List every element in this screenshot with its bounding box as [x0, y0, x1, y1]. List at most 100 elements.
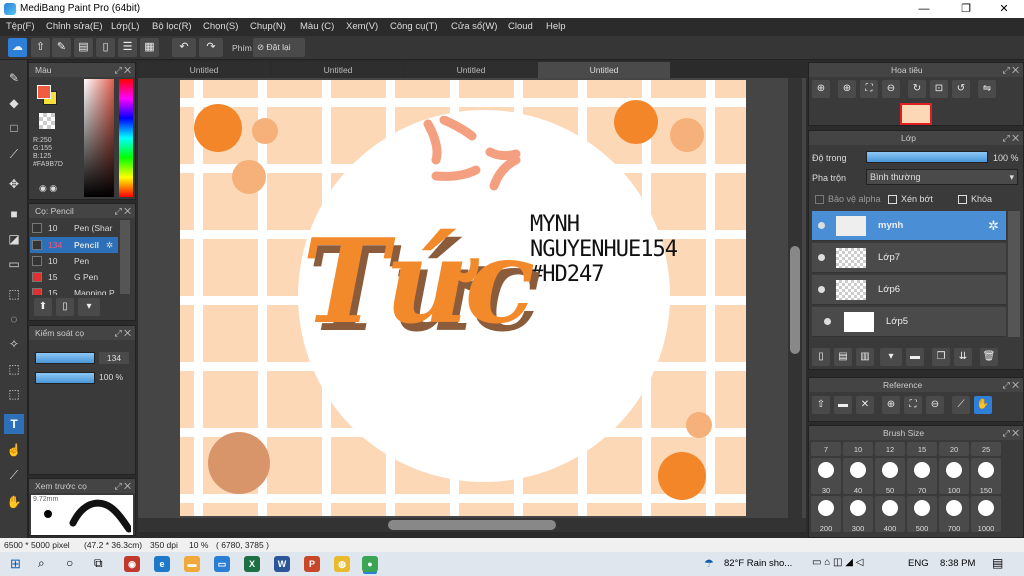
brush-item[interactable]: 15 G Pen [30, 269, 120, 285]
gear-icon[interactable]: ✲ [106, 237, 113, 253]
file-explorer-icon[interactable]: ▬ [184, 556, 200, 572]
panel-close-icon[interactable]: ⤢ ✕ [114, 63, 131, 77]
panel-close-icon[interactable]: ⤢ ✕ [1002, 426, 1019, 440]
lasso-tool-icon[interactable]: ◌ [4, 309, 24, 329]
maximize-button[interactable]: ❐ [946, 0, 986, 18]
new-halftone-layer-icon[interactable]: ▤ [834, 348, 852, 366]
navigator-thumbnail[interactable] [900, 103, 932, 125]
excel-icon[interactable]: X [244, 556, 260, 572]
gear-icon[interactable]: ✲ [988, 218, 999, 234]
medibang-taskbar-icon[interactable]: ● [362, 556, 378, 572]
reference-hand-icon[interactable]: ✋ [974, 396, 992, 414]
panel-close-icon[interactable]: ⤢ ✕ [114, 479, 131, 493]
brush-list-scrollbar[interactable] [120, 220, 130, 294]
reference-zoom-out-icon[interactable]: ⊖ [926, 396, 944, 414]
fit-icon[interactable]: ⛶ [860, 80, 878, 98]
zoom-in-2-icon[interactable]: ⊕ [838, 80, 856, 98]
minimize-button[interactable]: — [904, 0, 944, 18]
upload-icon[interactable]: ⇧ [31, 38, 50, 57]
dropper-tool-icon[interactable]: ⟋ [4, 465, 24, 485]
eye-icon[interactable] [824, 318, 831, 325]
saturation-picker[interactable] [84, 79, 114, 197]
eye-icon[interactable] [818, 222, 825, 229]
magic-wand-icon[interactable]: ✧ [4, 334, 24, 354]
reference-dropper-icon[interactable]: ⟋ [952, 396, 970, 414]
delete-layer-icon[interactable]: 🗑 [980, 348, 998, 366]
tab-untitled-active[interactable]: Untitled [538, 62, 670, 78]
new-8bit-layer-icon[interactable]: ▥ [856, 348, 874, 366]
comment-icon[interactable]: ✎ [52, 38, 71, 57]
tab-untitled-2[interactable]: Untitled [272, 62, 404, 78]
brush-size-slider[interactable] [35, 352, 95, 364]
drawing-canvas[interactable]: MYNH NGUYENHUE154 #HD247 Tức Tức [180, 80, 746, 516]
layer-scrollbar[interactable] [1008, 211, 1020, 337]
menu-edit[interactable]: Chỉnh sửa(E) [46, 21, 103, 32]
language-indicator[interactable]: ENG [908, 558, 929, 569]
folder-icon[interactable]: ▬ [906, 348, 924, 366]
close-button[interactable]: ✕ [984, 0, 1024, 18]
menu-color[interactable]: Màu (C) [300, 21, 334, 32]
menu-cloud[interactable]: Cloud [508, 21, 533, 32]
select-pen-icon[interactable]: ⬚ [4, 359, 24, 379]
rotate-reset-icon[interactable]: ↺ [952, 80, 970, 98]
panel-close-icon[interactable]: ⤢ ✕ [1002, 131, 1019, 145]
fill-rect-icon[interactable]: ■ [4, 204, 24, 224]
brush-size-value[interactable]: 134 [99, 352, 129, 364]
blend-mode-select[interactable]: Bình thường ▾ [866, 169, 1018, 185]
notification-icon[interactable]: ▤ [992, 556, 1003, 570]
grid-icon[interactable]: ▦ [140, 38, 159, 57]
weather-text[interactable]: 82°F Rain sho... [724, 558, 792, 569]
rectangle-tool-icon[interactable]: □ [4, 118, 24, 138]
menu-tools[interactable]: Công cụ(T) [390, 21, 438, 32]
clip-checkbox[interactable] [888, 195, 897, 204]
protect-alpha-checkbox[interactable] [815, 195, 824, 204]
menu-window[interactable]: Cửa sổ(W) [451, 21, 497, 32]
tab-untitled-1[interactable]: Untitled [138, 62, 270, 78]
menu-select[interactable]: Chọn(S) [203, 21, 238, 32]
brush-item[interactable]: 15 Mapping P [30, 285, 120, 295]
eraser-tool-icon[interactable]: ◆ [4, 93, 24, 113]
flip-icon[interactable]: ⇋ [978, 80, 996, 98]
reference-folder-icon[interactable]: ▬ [834, 396, 852, 414]
monitor-icon[interactable]: ▭ [214, 556, 230, 572]
reference-zoom-in-icon[interactable]: ⊕ [882, 396, 900, 414]
lock-checkbox[interactable] [958, 195, 967, 204]
menu-file[interactable]: Tệp(F) [6, 21, 35, 32]
chat-icon[interactable]: ▤ [74, 38, 93, 57]
brush-item-selected[interactable]: 134 Pencil ✲ [30, 237, 118, 253]
word-icon[interactable]: W [274, 556, 290, 572]
operation-tool-icon[interactable]: ☝ [4, 440, 24, 460]
panel-close-icon[interactable]: ⤢ ✕ [114, 326, 131, 340]
eye-icon[interactable] [818, 254, 825, 261]
brush-item[interactable]: 10 Pen (Shar [30, 220, 120, 236]
new-layer-icon[interactable]: ▯ [812, 348, 830, 366]
layer-row[interactable]: Lớp5 [812, 307, 1006, 337]
menu-help[interactable]: Help [546, 21, 566, 32]
foreground-color-swatch[interactable] [37, 85, 51, 99]
move-tool-icon[interactable]: ✥ [4, 174, 24, 194]
panel-close-icon[interactable]: ⤢ ✕ [114, 204, 131, 218]
cloud-icon[interactable]: ☁ [8, 38, 27, 57]
layer-row-selected[interactable]: mynh ✲ [812, 211, 1006, 241]
brush-tool-icon[interactable]: ✎ [4, 68, 24, 88]
brush-add-icon[interactable]: ⬆ [34, 298, 52, 316]
redo-icon[interactable]: ↷ [199, 38, 223, 57]
menu-filter[interactable]: Bộ lọc(R) [152, 21, 192, 32]
windows-start-icon[interactable]: ⊞ [10, 556, 21, 572]
horizontal-scrollbar[interactable] [388, 520, 556, 530]
panel-close-icon[interactable]: ⤢ ✕ [1002, 63, 1019, 77]
undo-icon[interactable]: ↶ [172, 38, 196, 57]
brush-item[interactable]: 10 Pen [30, 253, 120, 269]
layer-add-menu-icon[interactable]: ▾ [880, 348, 902, 366]
search-icon[interactable]: ⌕ [38, 556, 45, 571]
palette-icon[interactable]: ◉ ◉ [39, 183, 57, 194]
clock[interactable]: 8:38 PM [940, 558, 975, 569]
powerpoint-icon[interactable]: P [304, 556, 320, 572]
reference-fit-icon[interactable]: ⛶ [904, 396, 922, 414]
hue-slider[interactable] [119, 79, 133, 197]
edge-icon[interactable]: e [154, 556, 170, 572]
document-icon[interactable]: ▯ [96, 38, 115, 57]
reset-button[interactable]: ⊘ Đặt lại [253, 38, 305, 57]
menu-snap[interactable]: Chụp(N) [250, 21, 286, 32]
hand-tool-icon[interactable]: ✋ [4, 492, 24, 512]
